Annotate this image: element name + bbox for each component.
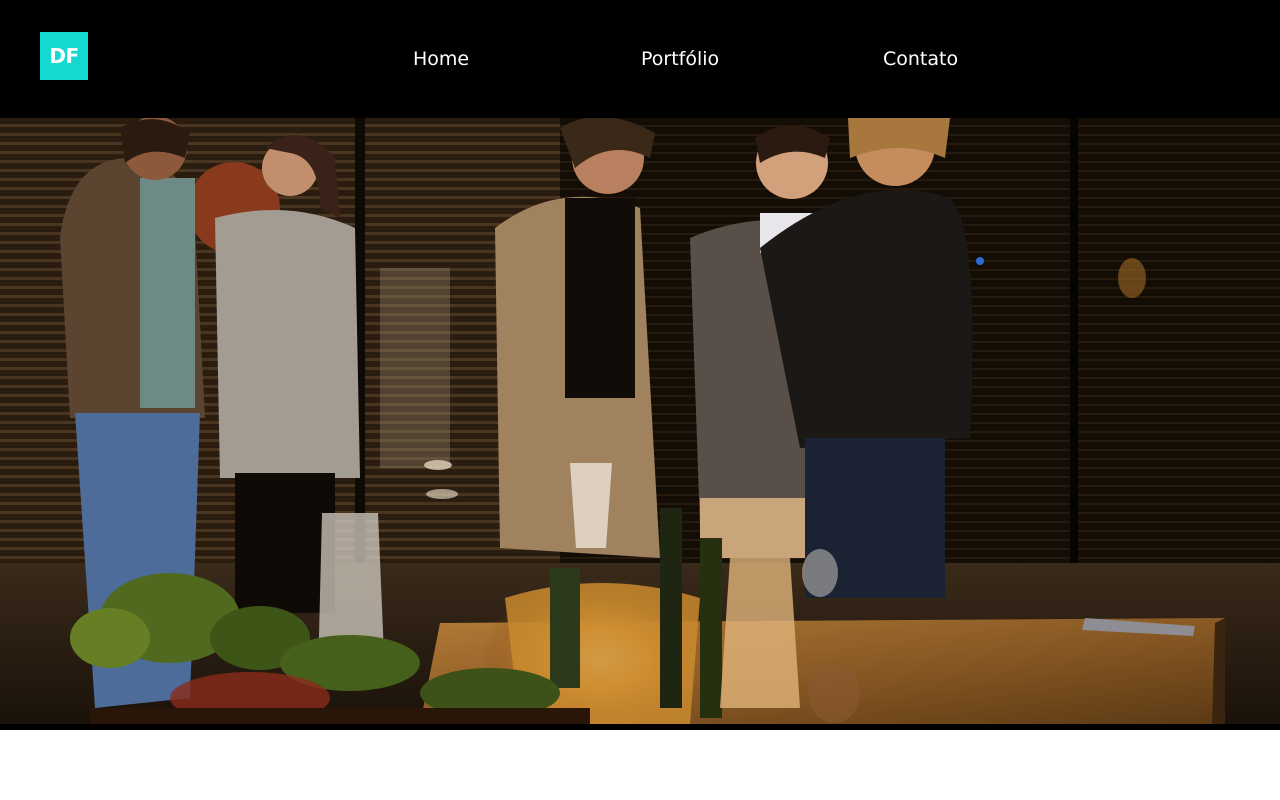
logo-badge[interactable]: DF (40, 32, 88, 80)
nav-link-home[interactable]: Home (413, 46, 469, 72)
nav-link-portfolio[interactable]: Portfólio (641, 46, 719, 72)
hero-image (0, 118, 1280, 730)
nav-link-contato[interactable]: Contato (883, 46, 958, 72)
hero-photo-icon (0, 118, 1280, 724)
site-header: DF Home Portfólio Contato (0, 0, 1280, 118)
